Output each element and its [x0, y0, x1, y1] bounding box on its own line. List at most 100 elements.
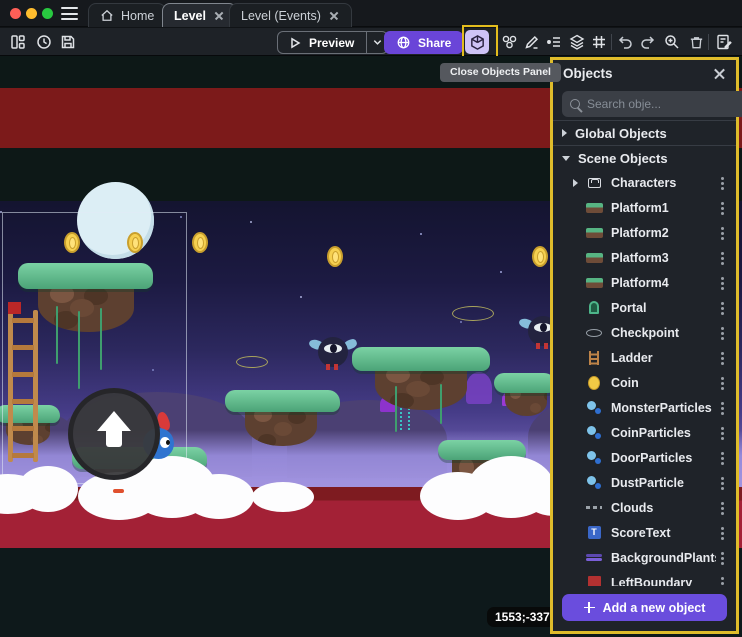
- grid-icon: [590, 33, 608, 51]
- grid-button[interactable]: [587, 30, 611, 54]
- kebab-menu-icon[interactable]: [716, 201, 728, 215]
- chevron-down-icon: [562, 156, 570, 161]
- platform-object[interactable]: [225, 390, 340, 412]
- kebab-menu-icon[interactable]: [716, 576, 728, 587]
- kebab-menu-icon[interactable]: [716, 176, 728, 190]
- zoom-button[interactable]: [660, 30, 684, 54]
- window-minimize-button[interactable]: [26, 8, 37, 19]
- window-zoom-button[interactable]: [42, 8, 53, 19]
- object-row-portal[interactable]: Portal: [553, 295, 736, 320]
- kebab-menu-icon[interactable]: [716, 501, 728, 515]
- tab-level[interactable]: Level: [162, 3, 237, 27]
- object-groups-button[interactable]: [497, 30, 521, 54]
- history-button[interactable]: [32, 30, 56, 54]
- text-icon: [588, 526, 601, 539]
- kebab-menu-icon[interactable]: [716, 526, 728, 540]
- section-global-objects[interactable]: Global Objects: [553, 120, 736, 145]
- layers-button[interactable]: [565, 30, 589, 54]
- kebab-menu-icon[interactable]: [716, 251, 728, 265]
- object-row-ladder[interactable]: Ladder: [553, 345, 736, 370]
- object-name: LeftBoundary: [611, 576, 716, 587]
- chevron-right-icon[interactable]: [573, 179, 578, 187]
- object-row-leftboundary[interactable]: LeftBoundary: [553, 570, 736, 586]
- object-name: Platform4: [611, 276, 716, 290]
- section-scene-objects[interactable]: Scene Objects: [553, 145, 736, 170]
- cloud-object[interactable]: [18, 466, 78, 512]
- coin-object[interactable]: [327, 246, 343, 267]
- object-row-platform3[interactable]: Platform3: [553, 245, 736, 270]
- edit-properties-button[interactable]: [712, 30, 736, 54]
- kebab-menu-icon[interactable]: [716, 451, 728, 465]
- object-row-monsterparticles[interactable]: MonsterParticles: [553, 395, 736, 420]
- tab-level-events[interactable]: Level (Events): [229, 3, 352, 27]
- coin-object[interactable]: [532, 246, 548, 267]
- object-row-dustparticle[interactable]: DustParticle: [553, 470, 736, 495]
- close-panel-icon[interactable]: [713, 67, 726, 80]
- redo-button[interactable]: [636, 30, 660, 54]
- share-button[interactable]: Share: [384, 31, 463, 54]
- tab-home[interactable]: Home: [88, 3, 166, 27]
- objects-panel-button[interactable]: [465, 30, 489, 54]
- instances-list-button[interactable]: [542, 30, 566, 54]
- save-button[interactable]: [56, 30, 80, 54]
- delete-button[interactable]: [684, 30, 708, 54]
- search-input[interactable]: [587, 97, 742, 111]
- object-name: BackgroundPlants: [611, 551, 716, 565]
- object-row-coin[interactable]: Coin: [553, 370, 736, 395]
- cloud-object[interactable]: [184, 474, 254, 519]
- kebab-menu-icon[interactable]: [716, 276, 728, 290]
- object-row-platform4[interactable]: Platform4: [553, 270, 736, 295]
- kebab-menu-icon[interactable]: [716, 376, 728, 390]
- object-name: ScoreText: [611, 526, 716, 540]
- close-tab-icon[interactable]: [213, 10, 225, 22]
- mushroom: [466, 372, 492, 404]
- object-name: Portal: [611, 301, 716, 315]
- search-input-box[interactable]: [562, 91, 742, 117]
- particles-icon: [586, 426, 602, 440]
- object-row-platform2[interactable]: Platform2: [553, 220, 736, 245]
- plant-line-icon: [586, 558, 602, 561]
- kebab-menu-icon[interactable]: [716, 426, 728, 440]
- object-row-scoretext[interactable]: ScoreText: [553, 520, 736, 545]
- object-row-platform1[interactable]: Platform1: [553, 195, 736, 220]
- ufo-outline[interactable]: [452, 306, 494, 321]
- coin-object[interactable]: [192, 232, 208, 253]
- coin-icon: [588, 376, 600, 390]
- platform-object[interactable]: [494, 373, 556, 393]
- up-arrow-control-button[interactable]: [68, 388, 160, 480]
- kebab-menu-icon[interactable]: [716, 476, 728, 490]
- preview-button[interactable]: Preview: [277, 31, 388, 54]
- menu-icon[interactable]: [61, 7, 78, 20]
- cursor-coordinates-badge: 1553;-337: [487, 607, 558, 627]
- ufo-outline[interactable]: [236, 356, 268, 368]
- kebab-menu-icon[interactable]: [716, 301, 728, 315]
- object-row-characters[interactable]: Characters: [553, 170, 736, 195]
- object-row-doorparticles[interactable]: DoorParticles: [553, 445, 736, 470]
- kebab-menu-icon[interactable]: [716, 401, 728, 415]
- close-tab-icon[interactable]: [328, 10, 340, 22]
- window-close-button[interactable]: [10, 8, 21, 19]
- object-name: DustParticle: [611, 476, 716, 490]
- object-row-clouds[interactable]: Clouds: [553, 495, 736, 520]
- object-row-checkpoint[interactable]: Checkpoint: [553, 320, 736, 345]
- object-row-backgroundplants[interactable]: BackgroundPlants: [553, 545, 736, 570]
- kebab-menu-icon[interactable]: [716, 551, 728, 565]
- coin-object[interactable]: [64, 232, 80, 253]
- platform-object[interactable]: [352, 347, 490, 371]
- kebab-menu-icon[interactable]: [716, 326, 728, 340]
- edit-scene-button[interactable]: [520, 30, 544, 54]
- coin-object[interactable]: [127, 232, 143, 253]
- cloud-object[interactable]: [252, 482, 314, 512]
- undo-button[interactable]: [613, 30, 637, 54]
- kebab-menu-icon[interactable]: [716, 226, 728, 240]
- tab-label: Level (Events): [241, 9, 321, 23]
- tooltip: Close Objects Panel: [440, 63, 561, 82]
- kebab-menu-icon[interactable]: [716, 351, 728, 365]
- add-new-object-button[interactable]: Add a new object: [562, 594, 727, 621]
- toggle-panels-button[interactable]: [6, 30, 30, 54]
- home-icon: [100, 9, 114, 22]
- object-row-coinparticles[interactable]: CoinParticles: [553, 420, 736, 445]
- search-icon: [570, 99, 580, 109]
- cube-icon: [469, 34, 486, 51]
- flying-monster[interactable]: [314, 335, 352, 371]
